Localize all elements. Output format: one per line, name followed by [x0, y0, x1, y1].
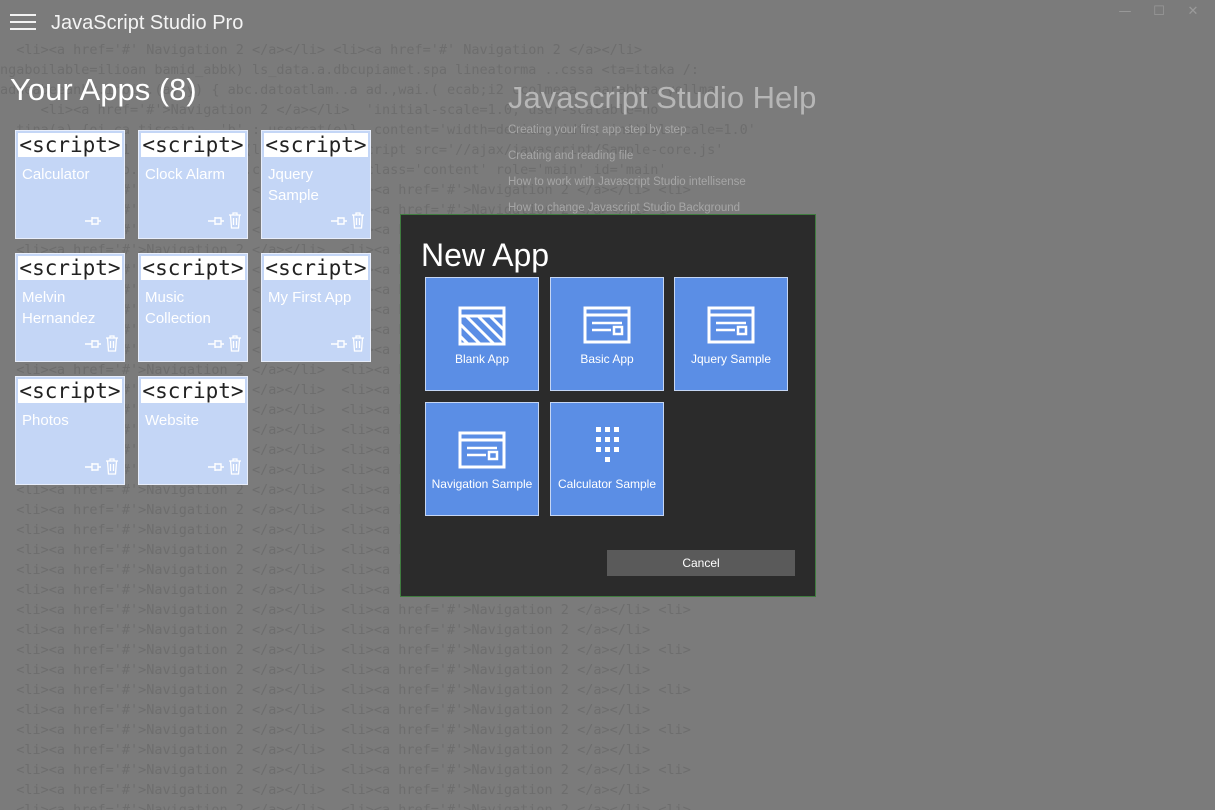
- pin-icon[interactable]: [84, 215, 102, 229]
- app-tile[interactable]: <script> My First App: [261, 253, 371, 362]
- app-tile-name: Jquery Sample: [268, 166, 319, 204]
- help-title: Javascript Studio Help: [508, 80, 817, 115]
- template-option[interactable]: Calculator Sample: [550, 402, 664, 516]
- script-tag-label: <script>: [18, 379, 122, 403]
- template-option-label: Blank App: [454, 352, 510, 366]
- hamburger-menu-icon[interactable]: [10, 14, 36, 32]
- app-tile[interactable]: <script> Calculator: [15, 130, 125, 239]
- title-bar: JavaScript Studio Pro — ☐ ✕: [0, 0, 1215, 48]
- code-line: <li><a href='#'>Navigation 2 </a></li> <…: [0, 802, 691, 810]
- app-tile[interactable]: <script> Clock Alarm: [138, 130, 248, 239]
- app-tile[interactable]: <script> Jquery Sample: [261, 130, 371, 239]
- pin-icon[interactable]: [84, 338, 102, 352]
- app-tile-name: Photos: [22, 412, 69, 429]
- maximize-icon[interactable]: ☐: [1144, 4, 1174, 22]
- script-tag-label: <script>: [141, 256, 245, 280]
- pin-icon[interactable]: [330, 338, 348, 352]
- pin-icon[interactable]: [84, 461, 102, 475]
- app-title: JavaScript Studio Pro: [51, 12, 244, 34]
- pin-icon[interactable]: [207, 215, 225, 229]
- script-tag-label: <script>: [18, 133, 122, 157]
- script-tag-label: <script>: [141, 133, 245, 157]
- help-link[interactable]: How to work with Javascript Studio intel…: [508, 176, 746, 188]
- help-link[interactable]: Creating your first app step by step: [508, 124, 686, 136]
- script-tag-label: <script>: [264, 256, 368, 280]
- app-tile[interactable]: <script> Music Collection: [138, 253, 248, 362]
- app-tile[interactable]: <script> Website: [138, 376, 248, 485]
- app-tile-name: Website: [145, 412, 199, 429]
- script-tag-label: <script>: [264, 133, 368, 157]
- code-line: <li><a href='#'>Navigation 2 </a></li> <…: [0, 762, 691, 778]
- help-link[interactable]: How to change Javascript Studio Backgrou…: [508, 202, 740, 214]
- template-option[interactable]: Navigation Sample: [425, 402, 539, 516]
- minimize-icon[interactable]: —: [1110, 4, 1140, 22]
- code-line: <li><a href='#'>Navigation 2 </a></li> <…: [0, 602, 691, 618]
- template-option-label: Calculator Sample: [557, 477, 657, 491]
- your-apps-heading: Your Apps (8): [10, 72, 197, 107]
- code-line: <li><a href='#'>Navigation 2 </a></li> <…: [0, 722, 691, 738]
- app-tile[interactable]: <script> Photos: [15, 376, 125, 485]
- trash-icon[interactable]: [228, 458, 242, 475]
- code-line: <li><a href='#'>Navigation 2 </a></li> <…: [0, 642, 691, 658]
- dialog-title: New App: [421, 237, 550, 273]
- template-option[interactable]: Jquery Sample: [674, 277, 788, 391]
- code-line: <li><a href='#'>Navigation 2 </a></li> <…: [0, 742, 651, 758]
- trash-icon[interactable]: [105, 335, 119, 352]
- template-option-label: Navigation Sample: [431, 477, 533, 491]
- app-tile-name: Calculator: [22, 166, 90, 183]
- trash-icon[interactable]: [351, 212, 365, 229]
- code-line: <li><a href='#'>Navigation 2 </a></li> <…: [0, 782, 651, 798]
- code-line: <li><a href='#'>Navigation 2 </a></li> <…: [0, 622, 651, 638]
- trash-icon[interactable]: [228, 335, 242, 352]
- help-link[interactable]: Creating and reading file: [508, 150, 633, 162]
- trash-icon[interactable]: [105, 458, 119, 475]
- app-tile-name: Music Collection: [145, 289, 211, 327]
- app-tile[interactable]: <script> Melvin Hernandez: [15, 253, 125, 362]
- trash-icon[interactable]: [228, 212, 242, 229]
- template-option-label: Basic App: [580, 352, 634, 366]
- pin-icon[interactable]: [207, 338, 225, 352]
- template-option[interactable]: Blank App: [425, 277, 539, 391]
- template-option-label: Jquery Sample: [690, 352, 772, 366]
- app-window: <li><a href='#' Navigation 2 </a></li> <…: [0, 0, 1215, 810]
- new-app-dialog: New App Blank App Basic App Jquery Sample N…: [400, 214, 816, 597]
- app-tile-name: Melvin Hernandez: [22, 289, 96, 327]
- app-tile-name: My First App: [268, 289, 352, 306]
- cancel-button[interactable]: Cancel: [607, 550, 795, 576]
- code-line: <li><a href='#'>Navigation 2 </a></li> <…: [0, 662, 651, 678]
- code-line: <li><a href='#'>Navigation 2 </a></li> <…: [0, 702, 651, 718]
- template-option[interactable]: Basic App: [550, 277, 664, 391]
- pin-icon[interactable]: [330, 215, 348, 229]
- trash-icon[interactable]: [351, 335, 365, 352]
- pin-icon[interactable]: [207, 461, 225, 475]
- close-icon[interactable]: ✕: [1178, 4, 1208, 22]
- script-tag-label: <script>: [141, 379, 245, 403]
- code-line: <li><a href='#'>Navigation 2 </a></li> <…: [0, 682, 691, 698]
- app-tile-name: Clock Alarm: [145, 166, 226, 183]
- script-tag-label: <script>: [18, 256, 122, 280]
